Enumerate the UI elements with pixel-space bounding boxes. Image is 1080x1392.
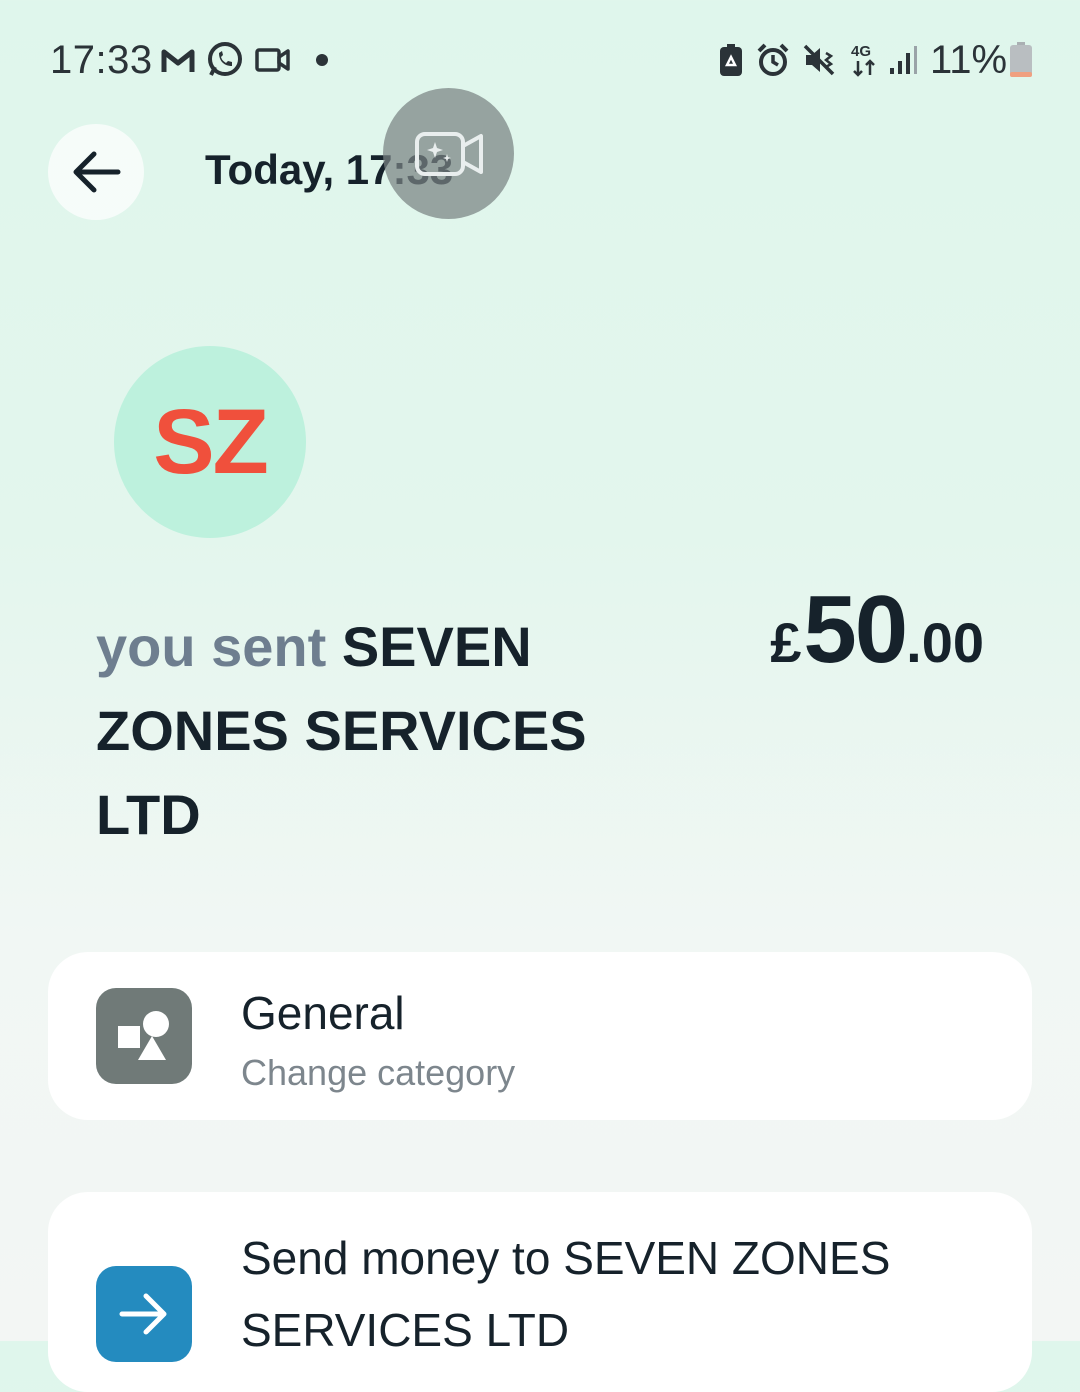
battery-percent: 11%	[930, 38, 1008, 82]
amount-major: 50	[803, 576, 908, 683]
amount-currency: £	[770, 611, 802, 674]
vibrate-mute-icon	[802, 42, 838, 78]
change-category-link[interactable]: Change category	[241, 1052, 515, 1094]
transaction-summary: you sent SEVEN ZONES SERVICES LTD	[96, 605, 616, 857]
category-title: General	[241, 987, 405, 1039]
svg-text:4G: 4G	[851, 43, 871, 60]
gmail-icon	[160, 42, 196, 78]
status-bar: 17:33 4G 11%	[0, 0, 1080, 120]
back-button[interactable]	[48, 124, 144, 220]
signal-icon	[888, 42, 918, 78]
avatar: SZ	[114, 346, 306, 538]
screen-recorder-button[interactable]	[383, 88, 514, 219]
screen-recorder-icon	[413, 128, 485, 180]
status-time: 17:33	[50, 38, 153, 82]
send-money-card[interactable]: Send money to SEVEN ZONES SERVICES LTD	[48, 1192, 1032, 1392]
arrow-right-icon	[96, 1266, 192, 1362]
network-4g-icon: 4G	[850, 42, 878, 78]
dot-icon	[312, 42, 332, 78]
summary-prefix: you sent	[96, 615, 327, 678]
battery-icon	[1008, 42, 1034, 78]
video-camera-icon	[255, 42, 291, 78]
transaction-amount: £ 50 .00	[770, 575, 984, 685]
whatsapp-icon	[206, 42, 244, 78]
category-card[interactable]: General Change category	[48, 952, 1032, 1120]
shapes-icon	[96, 988, 192, 1084]
arrow-left-icon	[70, 150, 122, 194]
amount-minor: .00	[906, 611, 984, 674]
alarm-icon	[756, 42, 790, 78]
battery-saver-icon	[718, 42, 744, 78]
send-money-label: Send money to SEVEN ZONES SERVICES LTD	[241, 1232, 891, 1356]
avatar-initials: SZ	[153, 390, 269, 493]
